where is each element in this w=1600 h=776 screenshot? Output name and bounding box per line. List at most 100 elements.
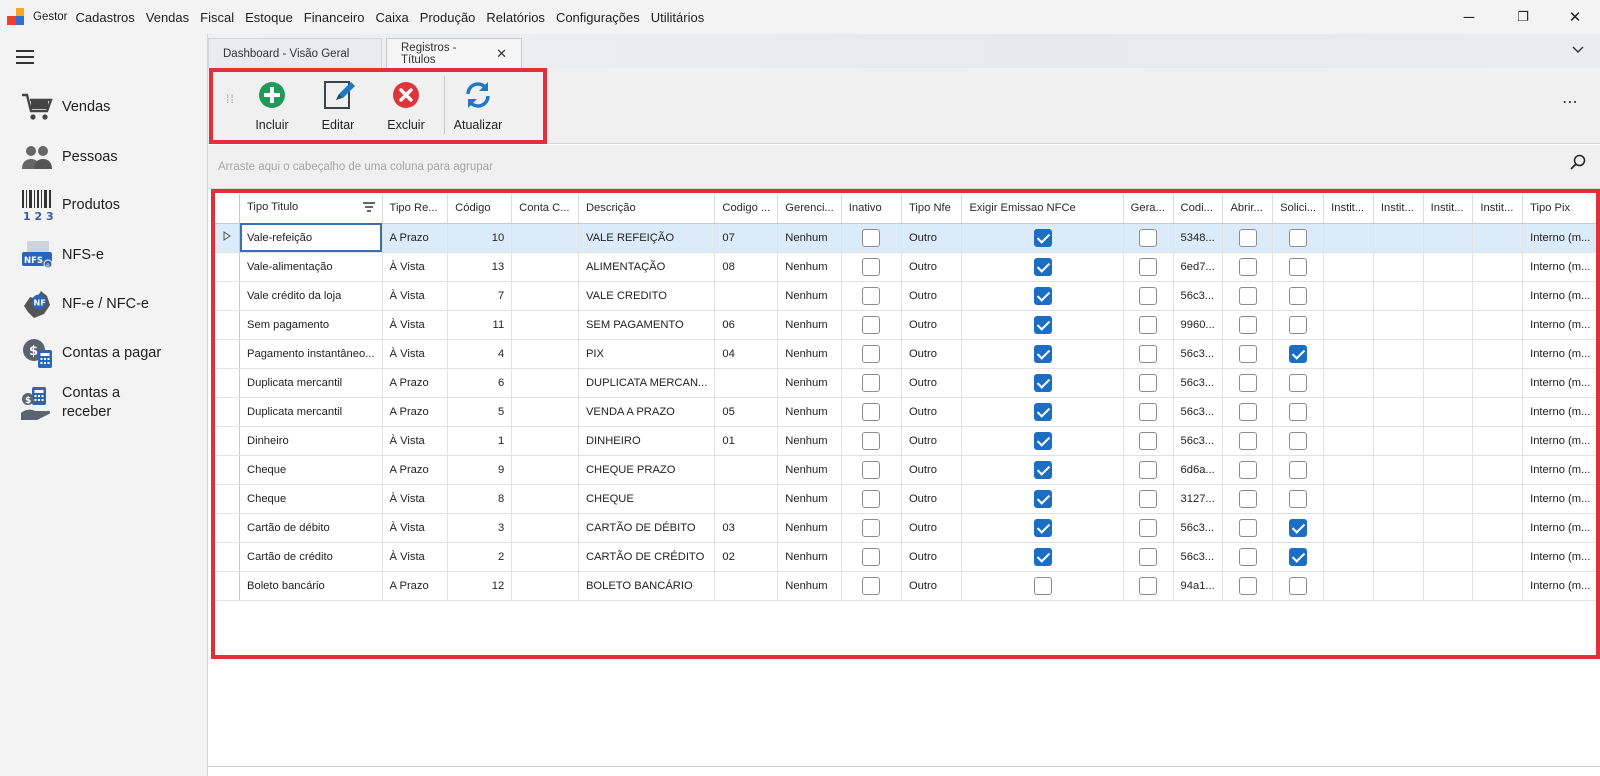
cell-codi[interactable]: 9960...: [1173, 310, 1224, 340]
cell-tipo-titulo[interactable]: Boleto bancário: [239, 571, 383, 601]
cell-tipo-recebimento[interactable]: A Prazo: [382, 397, 449, 427]
cell-conta-contabil[interactable]: [511, 339, 579, 369]
minimize-button[interactable]: ─: [1446, 0, 1492, 34]
table-row[interactable]: Sem pagamento À Vista 11 SEM PAGAMENTO 06 Nen…: [214, 310, 1600, 340]
cell-tipo-pix[interactable]: Interno (m...: [1522, 513, 1600, 543]
cell-solicitar[interactable]: [1272, 484, 1325, 514]
cell-instituicao-1[interactable]: [1323, 542, 1374, 572]
cell-solicitar[interactable]: [1272, 513, 1325, 543]
restore-button[interactable]: ❐: [1500, 0, 1546, 34]
cell-instituicao-3[interactable]: [1423, 368, 1474, 398]
checkbox[interactable]: [1238, 228, 1257, 247]
cell-abrir[interactable]: [1222, 252, 1274, 282]
cell-descricao[interactable]: VENDA A PRAZO: [578, 397, 716, 427]
cell-tipo-nfe[interactable]: Outro: [901, 484, 963, 514]
cell-instituicao-4[interactable]: [1472, 542, 1524, 572]
cell-gera[interactable]: [1123, 310, 1174, 340]
checkbox[interactable]: [862, 518, 881, 537]
close-tab-icon[interactable]: ✕: [496, 46, 507, 62]
checkbox[interactable]: [862, 460, 881, 479]
cell-codigo-2[interactable]: 02: [714, 542, 779, 572]
checkbox[interactable]: [1139, 315, 1158, 334]
cell-tipo-nfe[interactable]: Outro: [901, 455, 963, 485]
cell-gerenciador[interactable]: Nenhum: [777, 455, 842, 485]
cell-inativo[interactable]: [841, 455, 902, 485]
cell-codigo[interactable]: 11: [447, 310, 513, 340]
cell-codigo-2[interactable]: [714, 368, 779, 398]
cell-instituicao-3[interactable]: [1423, 455, 1474, 485]
column-header-gera[interactable]: Gera...: [1123, 194, 1174, 224]
cell-instituicao-1[interactable]: [1323, 397, 1374, 427]
cell-gera[interactable]: [1123, 513, 1174, 543]
cell-conta-contabil[interactable]: [511, 571, 579, 601]
cell-tipo-titulo[interactable]: Duplicata mercantil: [239, 397, 383, 427]
cell-tipo-nfe[interactable]: Outro: [901, 513, 963, 543]
cell-gera[interactable]: [1123, 571, 1174, 601]
cell-instituicao-1[interactable]: [1323, 513, 1374, 543]
menu-financeiro[interactable]: Financeiro: [304, 10, 365, 25]
cell-codigo[interactable]: 1: [447, 426, 513, 456]
cell-instituicao-4[interactable]: [1472, 571, 1524, 601]
cell-descricao[interactable]: VALE CREDITO: [578, 281, 716, 311]
row-indicator[interactable]: [214, 571, 241, 601]
cell-descricao[interactable]: CHEQUE: [578, 484, 716, 514]
checkbox[interactable]: [1033, 228, 1052, 247]
cell-abrir[interactable]: [1222, 513, 1274, 543]
cell-exigir-nfce[interactable]: [961, 542, 1124, 572]
checkbox[interactable]: [1033, 489, 1052, 508]
checkbox[interactable]: [1289, 518, 1308, 537]
row-indicator[interactable]: [214, 484, 241, 514]
cell-gera[interactable]: [1123, 397, 1174, 427]
cell-codigo-2[interactable]: [714, 455, 779, 485]
cell-gerenciador[interactable]: Nenhum: [777, 513, 842, 543]
cell-tipo-recebimento[interactable]: A Prazo: [382, 455, 449, 485]
checkbox[interactable]: [1033, 402, 1052, 421]
cell-codi[interactable]: 56c3...: [1173, 281, 1224, 311]
cell-instituicao-4[interactable]: [1472, 484, 1524, 514]
cell-codigo[interactable]: 2: [447, 542, 513, 572]
checkbox[interactable]: [1139, 547, 1158, 566]
column-header-codi[interactable]: Codi...: [1173, 194, 1224, 224]
cell-codigo[interactable]: 9: [447, 455, 513, 485]
cell-conta-contabil[interactable]: [511, 252, 579, 282]
sidebar-item-nfe[interactable]: NF NF-e / NFC-e: [20, 287, 149, 321]
cell-tipo-titulo[interactable]: Duplicata mercantil: [239, 368, 383, 398]
cell-tipo-titulo[interactable]: Cartão de crédito: [239, 542, 383, 572]
cell-codigo[interactable]: 7: [447, 281, 513, 311]
cell-instituicao-2[interactable]: [1373, 484, 1424, 514]
column-header-instituicao-1[interactable]: Instit...: [1323, 194, 1374, 224]
cell-instituicao-1[interactable]: [1323, 571, 1374, 601]
column-header-conta-contabil[interactable]: Conta C...: [511, 194, 579, 224]
cell-tipo-recebimento[interactable]: À Vista: [382, 513, 449, 543]
cell-tipo-recebimento[interactable]: A Prazo: [382, 368, 449, 398]
cell-tipo-titulo[interactable]: Cartão de débito: [239, 513, 383, 543]
checkbox[interactable]: [1238, 489, 1257, 508]
checkbox[interactable]: [1289, 373, 1308, 392]
sidebar-item-produtos[interactable]: 1 2 3 Produtos: [20, 188, 120, 222]
cell-codi[interactable]: 56c3...: [1173, 368, 1224, 398]
checkbox[interactable]: [862, 547, 881, 566]
checkbox[interactable]: [1033, 518, 1052, 537]
checkbox[interactable]: [862, 286, 881, 305]
sidebar-item-contas-receber[interactable]: $ Contas a receber: [20, 384, 152, 422]
cell-abrir[interactable]: [1222, 339, 1274, 369]
cell-exigir-nfce[interactable]: [961, 397, 1124, 427]
cell-gerenciador[interactable]: Nenhum: [777, 484, 842, 514]
cell-solicitar[interactable]: [1272, 252, 1325, 282]
cell-inativo[interactable]: [841, 310, 902, 340]
table-row[interactable]: Duplicata mercantil A Prazo 5 VENDA A PRAZO…: [214, 397, 1600, 427]
cell-exigir-nfce[interactable]: [961, 223, 1124, 253]
cell-conta-contabil[interactable]: [511, 542, 579, 572]
table-row[interactable]: Vale-alimentação À Vista 13 ALIMENTAÇÃO 08 Ne…: [214, 252, 1600, 282]
cell-abrir[interactable]: [1222, 542, 1274, 572]
column-header-instituicao-2[interactable]: Instit...: [1373, 194, 1424, 224]
cell-instituicao-2[interactable]: [1373, 310, 1424, 340]
cell-tipo-nfe[interactable]: Outro: [901, 426, 963, 456]
cell-descricao[interactable]: DINHEIRO: [578, 426, 716, 456]
checkbox[interactable]: [1238, 431, 1257, 450]
menu-vendas[interactable]: Vendas: [146, 10, 189, 25]
cell-tipo-nfe[interactable]: Outro: [901, 252, 963, 282]
cell-inativo[interactable]: [841, 397, 902, 427]
cell-codigo-2[interactable]: 05: [714, 397, 779, 427]
cell-gera[interactable]: [1123, 223, 1174, 253]
